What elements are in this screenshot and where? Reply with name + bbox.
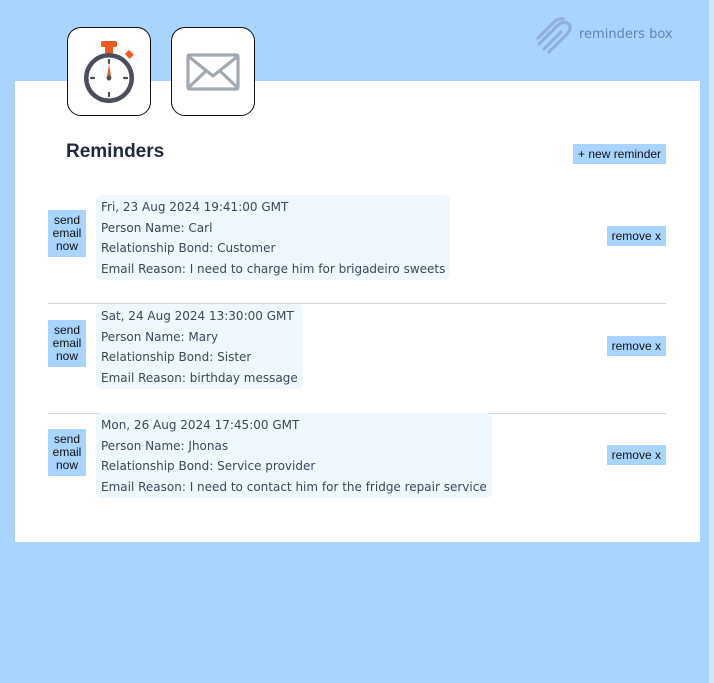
remove-reminder-button[interactable]: remove x [606, 226, 666, 246]
send-email-now-button[interactable]: send email now [48, 429, 86, 476]
reminder-email-reason: Email Reason: I need to charge him for b… [101, 261, 446, 276]
reminders-card: Reminders + new reminder send email now … [15, 81, 700, 542]
remove-reminder-button[interactable]: remove x [606, 336, 666, 356]
reminder-relationship-bond: Relationship Bond: Service provider [101, 459, 316, 473]
reminder-person-name: Person Name: Jhonas [101, 438, 229, 453]
brand-mark-icon [536, 17, 572, 54]
mail-button[interactable] [171, 27, 255, 116]
reminder-row: send email now Sat, 24 Aug 2024 13:30:00… [48, 303, 666, 414]
reminder-email-reason: Email Reason: birthday message [101, 370, 298, 385]
new-reminder-button[interactable]: + new reminder [573, 144, 667, 164]
timer-button[interactable] [67, 27, 151, 116]
reminder-info-box: Fri, 23 Aug 2024 19:41:00 GMT Person Nam… [96, 195, 451, 280]
reminder-person-name: Person Name: Mary [101, 329, 219, 344]
remove-reminder-button[interactable]: remove x [606, 445, 666, 465]
brand-logo: reminders box [535, 14, 673, 54]
window-edge-strip [709, 0, 714, 683]
reminder-relationship-bond: Relationship Bond: Customer [101, 241, 276, 255]
stopwatch-icon [84, 40, 134, 103]
reminder-row: send email now Fri, 23 Aug 2024 19:41:00… [48, 193, 666, 304]
send-email-now-button[interactable]: send email now [48, 320, 86, 367]
send-email-now-button[interactable]: send email now [48, 210, 86, 257]
reminder-date: Fri, 23 Aug 2024 19:41:00 GMT [101, 200, 289, 214]
reminder-date: Sat, 24 Aug 2024 13:30:00 GMT [101, 309, 294, 323]
reminder-email-reason: Email Reason: I need to contact him for … [101, 479, 487, 494]
reminder-row: send email now Mon, 26 Aug 2024 17:45:00… [48, 413, 666, 523]
brand-name: reminders box [579, 26, 673, 42]
page-title: Reminders [66, 141, 165, 162]
reminder-person-name: Person Name: Carl [101, 220, 213, 235]
reminder-info-box: Sat, 24 Aug 2024 13:30:00 GMT Person Nam… [96, 304, 303, 389]
reminder-relationship-bond: Relationship Bond: Sister [101, 350, 252, 364]
envelope-icon [186, 52, 240, 91]
reminder-date: Mon, 26 Aug 2024 17:45:00 GMT [101, 418, 300, 432]
reminder-info-box: Mon, 26 Aug 2024 17:45:00 GMT Person Nam… [96, 413, 492, 498]
